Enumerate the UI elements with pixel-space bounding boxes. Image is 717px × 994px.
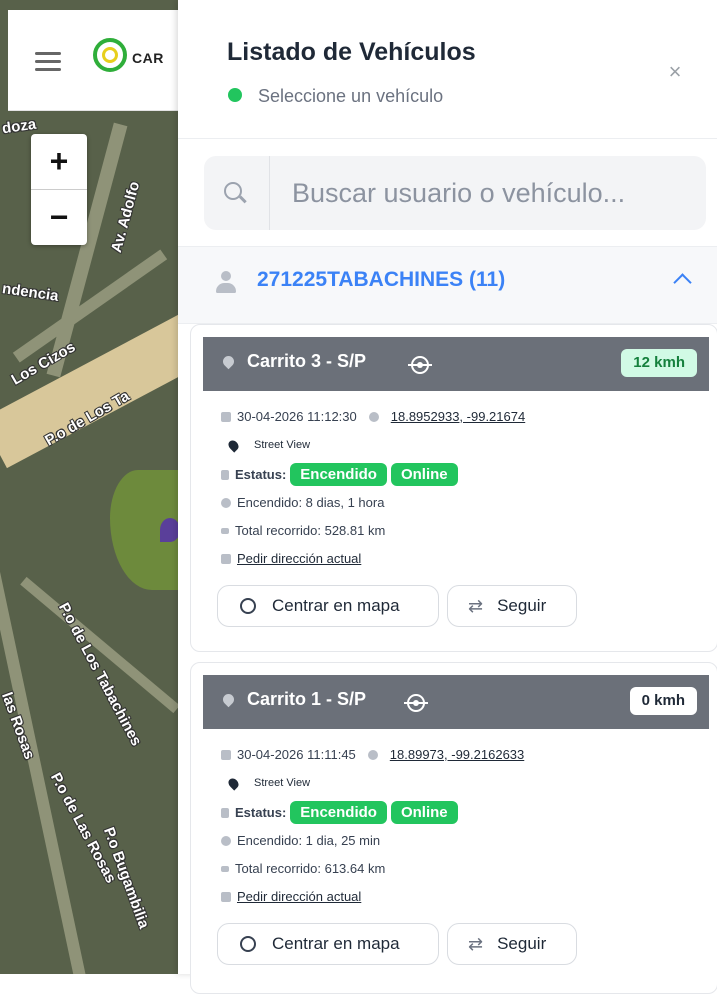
- clock-icon: [221, 497, 231, 508]
- swap-arrows-icon: ⇄: [468, 933, 484, 954]
- vehicle-name: Carrito 1 - S/P: [247, 689, 367, 709]
- center-map-button[interactable]: Centrar en mapa: [217, 585, 439, 627]
- street-view-link[interactable]: Street View: [254, 777, 310, 789]
- user-icon: [216, 271, 236, 295]
- center-map-label: Centrar en mapa: [272, 596, 400, 615]
- map-marker-icon: [226, 775, 241, 791]
- logo-text: CAR: [132, 50, 164, 66]
- uptime-row: Encendido: 1 dia, 25 min: [221, 833, 380, 848]
- route-icon: [221, 527, 229, 534]
- zoom-control: + −: [31, 134, 87, 245]
- logo-icon: [93, 38, 127, 72]
- vehicle-card-header: Carrito 1 - S/P 0 kmh: [203, 675, 709, 729]
- vehicle-coordinates-link[interactable]: 18.8952933, -99.21674: [391, 409, 525, 424]
- request-address-row[interactable]: Pedir dirección actual: [221, 889, 361, 904]
- status-online-badge: Online: [390, 801, 458, 824]
- status-icon: [221, 807, 229, 818]
- crosshair-icon: [240, 598, 256, 614]
- street-view-link[interactable]: Street View: [254, 439, 310, 451]
- follow-button[interactable]: ⇄ Seguir: [447, 585, 577, 627]
- map-pin-icon: [220, 353, 237, 370]
- request-address-row[interactable]: Pedir dirección actual: [221, 551, 361, 566]
- status-label: Estatus:: [235, 467, 287, 482]
- vehicle-card-header: Carrito 3 - S/P 12 kmh: [203, 337, 709, 391]
- vehicle-time-row: 30-04-2026 11:11:45 18.89973, -99.216263…: [221, 747, 524, 762]
- status-label: Estatus:: [235, 805, 287, 820]
- status-online-badge: Online: [390, 463, 458, 486]
- search-icon: [204, 156, 270, 230]
- group-label: 271225TABACHINES (11): [257, 268, 506, 291]
- status-on-badge: Encendido: [290, 463, 387, 486]
- calendar-icon: [221, 749, 231, 760]
- distance-row: Total recorrido: 613.64 km: [221, 861, 385, 876]
- distance-text: Total recorrido: 613.64 km: [235, 861, 386, 876]
- vehicle-coordinates-link[interactable]: 18.89973, -99.2162633: [390, 747, 524, 762]
- search-input[interactable]: [290, 176, 706, 210]
- map-label: ndencia: [1, 280, 60, 305]
- route-icon: [221, 865, 229, 872]
- distance-text: Total recorrido: 528.81 km: [235, 523, 386, 538]
- speed-badge: 0 kmh: [629, 687, 697, 715]
- swap-arrows-icon: ⇄: [468, 595, 484, 616]
- vehicle-time-row: 30-04-2026 11:12:30 18.8952933, -99.2167…: [221, 409, 525, 424]
- status-on-badge: Encendido: [290, 801, 387, 824]
- vehicle-card[interactable]: Carrito 1 - S/P 0 kmh 30-04-2026 11:11:4…: [190, 662, 717, 994]
- map-topbar: CAR: [8, 10, 178, 111]
- request-address-link[interactable]: Pedir dirección actual: [237, 889, 361, 904]
- map-area[interactable]: doza Av. Adolfo ndencia Los Cizos P.o de…: [0, 0, 178, 974]
- hamburger-menu-icon[interactable]: [35, 52, 61, 72]
- status-icon: [221, 469, 229, 480]
- vehicle-card-body: 30-04-2026 11:12:30 18.8952933, -99.2167…: [203, 391, 709, 637]
- locate-icon[interactable]: [408, 356, 432, 374]
- clock-icon: [221, 835, 231, 846]
- location-icon: [367, 749, 378, 760]
- follow-button[interactable]: ⇄ Seguir: [447, 923, 577, 965]
- map-label: Av. Adolfo: [108, 179, 144, 255]
- follow-label: Seguir: [497, 596, 547, 615]
- panel-subtitle: Seleccione un vehículo: [258, 86, 444, 106]
- uptime-text: Encendido: 1 dia, 25 min: [237, 833, 381, 848]
- center-map-button[interactable]: Centrar en mapa: [217, 923, 439, 965]
- zoom-in-button[interactable]: +: [31, 134, 87, 189]
- locate-icon[interactable]: [404, 694, 428, 712]
- map-avenue: [0, 306, 178, 469]
- status-row: Estatus: Encendido Online: [221, 463, 458, 486]
- zoom-out-button[interactable]: −: [31, 189, 87, 245]
- vehicle-name: Carrito 3 - S/P: [247, 351, 367, 371]
- calendar-icon: [221, 411, 231, 422]
- status-dot-icon: [228, 88, 242, 102]
- uptime-row: Encendido: 8 dias, 1 hora: [221, 495, 384, 510]
- map-marker-icon: [226, 437, 241, 453]
- vehicle-datetime: 30-04-2026 11:12:30: [237, 409, 357, 424]
- panel-title: Listado de Vehículos: [227, 38, 476, 66]
- street-view-row[interactable]: Street View: [221, 437, 310, 453]
- status-row: Estatus: Encendido Online: [221, 801, 458, 824]
- map-pin-icon: [220, 691, 237, 708]
- vehicle-datetime: 30-04-2026 11:11:45: [237, 747, 356, 762]
- edit-icon: [221, 553, 231, 564]
- street-view-row[interactable]: Street View: [221, 775, 310, 791]
- vehicle-card-body: 30-04-2026 11:11:45 18.89973, -99.216263…: [203, 729, 709, 975]
- close-icon[interactable]: ×: [665, 61, 685, 83]
- crosshair-icon: [240, 936, 256, 952]
- distance-row: Total recorrido: 528.81 km: [221, 523, 385, 538]
- location-icon: [368, 411, 379, 422]
- vehicle-card[interactable]: Carrito 3 - S/P 12 kmh 30-04-2026 11:12:…: [190, 324, 717, 652]
- request-address-link[interactable]: Pedir dirección actual: [237, 551, 361, 566]
- vehicle-list-panel: Listado de Vehículos Seleccione un vehíc…: [178, 0, 717, 994]
- center-map-label: Centrar en mapa: [272, 934, 400, 953]
- vehicle-marker[interactable]: [160, 518, 178, 542]
- panel-header: Listado de Vehículos Seleccione un vehíc…: [178, 0, 717, 139]
- edit-icon: [221, 891, 231, 902]
- uptime-text: Encendido: 8 dias, 1 hora: [237, 495, 385, 510]
- search-box: [204, 156, 706, 230]
- speed-badge: 12 kmh: [621, 349, 697, 377]
- follow-label: Seguir: [497, 934, 547, 953]
